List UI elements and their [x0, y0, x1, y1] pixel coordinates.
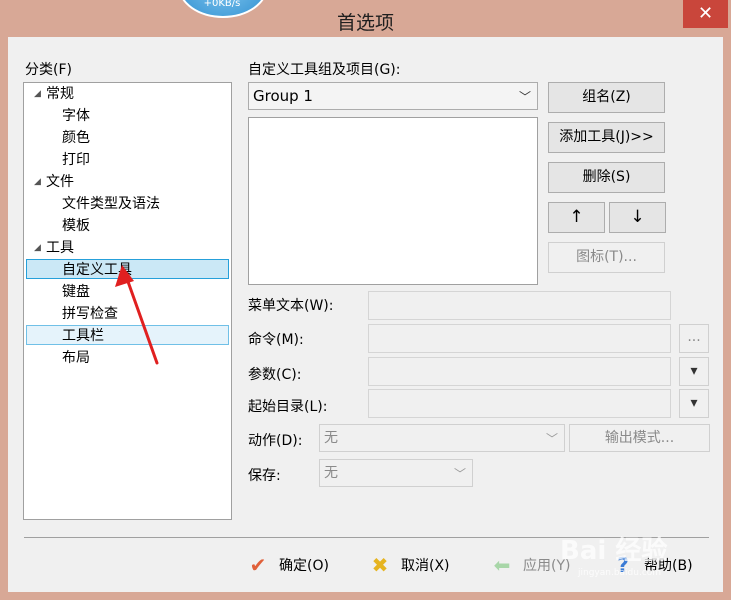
ok-button[interactable]: ✔ 确定(O) [247, 554, 329, 576]
apply-arrow-icon: ⬅ [493, 553, 511, 577]
command-label: 命令(M): [248, 332, 304, 348]
tree-item-filetypes[interactable]: 文件类型及语法 [62, 194, 160, 214]
output-mode-button[interactable]: 输出模式... [569, 424, 710, 452]
command-browse-button[interactable]: ... [679, 324, 709, 353]
tree-item-toolbar[interactable]: 工具栏 [62, 326, 104, 346]
chevron-down-icon: ﹀ [518, 90, 531, 104]
move-down-button[interactable]: ↓ [609, 202, 666, 233]
tree-item-keyboard[interactable]: 键盘 [62, 282, 90, 302]
icon-button[interactable]: 图标(T)... [548, 242, 665, 273]
move-up-button[interactable]: ↑ [548, 202, 605, 233]
tool-items-list[interactable] [248, 117, 538, 285]
title-bar[interactable]: 首选项 [0, 0, 731, 36]
collapse-arrow-icon[interactable]: ◢ [34, 177, 41, 187]
params-label: 参数(C): [248, 367, 302, 383]
menu-text-label: 菜单文本(W): [248, 298, 334, 314]
annotation-arrow [115, 265, 159, 365]
tree-item-print[interactable]: 打印 [62, 150, 90, 170]
action-label: 动作(D): [248, 433, 303, 449]
params-input[interactable] [368, 357, 671, 386]
save-value: 无 [324, 465, 338, 481]
checkmark-icon: ✔ [249, 553, 267, 577]
tool-group-select[interactable]: Group 1 ﹀ [248, 82, 538, 110]
tree-item-color[interactable]: 颜色 [62, 128, 90, 148]
action-value: 无 [324, 430, 338, 446]
menu-text-input[interactable] [368, 291, 671, 320]
tree-item-tools[interactable]: 工具 [46, 238, 74, 258]
window-title: 首选项 [336, 12, 394, 34]
tool-group-label: 自定义工具组及项目(G): [248, 62, 401, 78]
collapse-arrow-icon[interactable]: ◢ [34, 243, 41, 253]
tool-group-value: Group 1 [253, 87, 313, 105]
add-tool-button[interactable]: 添加工具(J)>> [548, 122, 665, 153]
group-name-button[interactable]: 组名(Z) [548, 82, 665, 113]
tree-item-font[interactable]: 字体 [62, 106, 90, 126]
tree-item-layout[interactable]: 布局 [62, 348, 90, 368]
command-input[interactable] [368, 324, 671, 353]
cancel-x-icon: ✖ [371, 553, 389, 577]
tree-item-template[interactable]: 模板 [62, 216, 90, 236]
start-dir-dropdown-button[interactable]: ▾ [679, 389, 709, 418]
save-select[interactable]: 无 ﹀ [319, 459, 473, 487]
chevron-down-icon: ﹀ [545, 432, 558, 446]
cancel-label: 取消(X) [401, 558, 450, 574]
apply-button[interactable]: ⬅ 应用(Y) [491, 553, 571, 577]
category-label: 分类(F) [25, 62, 72, 78]
params-dropdown-button[interactable]: ▾ [679, 357, 709, 386]
baidu-watermark-url: jingyan.baidu.com [578, 568, 662, 578]
start-dir-label: 起始目录(L): [248, 399, 328, 415]
baidu-watermark: Bai 经验 [560, 536, 668, 566]
ok-label: 确定(O) [279, 558, 329, 574]
start-dir-input[interactable] [368, 389, 671, 418]
cancel-button[interactable]: ✖ 取消(X) [369, 554, 450, 576]
save-label: 保存: [248, 468, 281, 484]
action-select[interactable]: 无 ﹀ [319, 424, 565, 452]
collapse-arrow-icon[interactable]: ◢ [34, 89, 41, 99]
chevron-down-icon: ﹀ [453, 467, 466, 481]
tree-item-general[interactable]: 常规 [46, 84, 74, 104]
delete-button[interactable]: 删除(S) [548, 162, 665, 193]
close-button[interactable]: ✕ [683, 0, 728, 28]
tree-item-file[interactable]: 文件 [46, 172, 74, 192]
